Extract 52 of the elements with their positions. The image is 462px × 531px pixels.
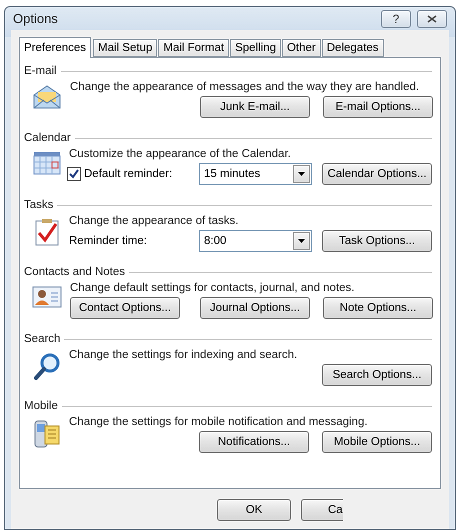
- dropdown-arrow-icon: [298, 172, 305, 176]
- dropdown-arrow-icon: [298, 239, 305, 243]
- option-button[interactable]: Search Options...: [322, 364, 432, 386]
- section-description: Change default settings for contacts, journal, and notes.: [70, 282, 356, 294]
- section-title: Mobile: [24, 400, 58, 412]
- checkbox[interactable]: [67, 167, 81, 181]
- dropdown-value: 15 minutes: [204, 168, 260, 180]
- section-title: E-mail: [24, 65, 57, 77]
- dropdown-field[interactable]: 15 minutes: [199, 163, 312, 185]
- option-button[interactable]: Journal Options...: [200, 297, 310, 319]
- field-label: Reminder time:: [69, 235, 147, 247]
- option-button[interactable]: Notifications...: [199, 431, 309, 453]
- dropdown-field[interactable]: 8:00: [199, 230, 312, 252]
- section-description: Change the settings for indexing and search.: [69, 349, 298, 361]
- tab[interactable]: Spelling: [230, 39, 281, 57]
- checkbox-label: Default reminder:: [84, 168, 172, 180]
- tab[interactable]: Mail Format: [158, 39, 230, 57]
- help-button[interactable]: ?: [381, 10, 411, 28]
- dropdown-value: 8:00: [204, 235, 226, 247]
- close-button[interactable]: [417, 10, 447, 28]
- phone-note-icon: [32, 419, 60, 449]
- section-title: Search: [24, 333, 60, 345]
- option-button[interactable]: Contact Options...: [70, 297, 180, 319]
- section-description: Change the appearance of messages and the way they are handled.: [70, 81, 420, 93]
- window-title: Options: [13, 11, 59, 26]
- check-icon: [69, 169, 79, 179]
- tab[interactable]: Mail Setup: [93, 39, 158, 57]
- contact-card-icon: [32, 285, 62, 309]
- option-button[interactable]: Mobile Options...: [322, 431, 432, 453]
- ok-button[interactable]: OK: [217, 499, 291, 521]
- dropdown-button[interactable]: [293, 232, 310, 250]
- option-button[interactable]: Calendar Options...: [322, 163, 432, 185]
- option-button[interactable]: Task Options...: [322, 230, 432, 252]
- option-button[interactable]: Note Options...: [323, 297, 433, 319]
- section-description: Change the settings for mobile notification and messaging.: [69, 416, 369, 428]
- search-icon: [32, 352, 60, 382]
- calendar-icon: [32, 151, 60, 175]
- tab[interactable]: Preferences: [19, 37, 92, 58]
- section-title: Tasks: [24, 199, 54, 211]
- tab[interactable]: Other: [282, 39, 321, 57]
- section-title: Calendar: [24, 132, 71, 144]
- envelope-icon: [32, 84, 62, 110]
- dropdown-button[interactable]: [293, 165, 310, 183]
- section-description: Change the appearance of tasks.: [69, 215, 240, 227]
- option-button[interactable]: Junk E-mail...: [200, 96, 310, 118]
- close-icon: [427, 14, 437, 22]
- tab[interactable]: Delegates: [322, 39, 384, 57]
- section-description: Customize the appearance of the Calendar.: [69, 148, 292, 160]
- clipboard-check-icon: [34, 218, 60, 246]
- dialog-button[interactable]: Ca: [301, 499, 343, 521]
- option-button[interactable]: E-mail Options...: [323, 96, 433, 118]
- section-title: Contacts and Notes: [24, 266, 126, 278]
